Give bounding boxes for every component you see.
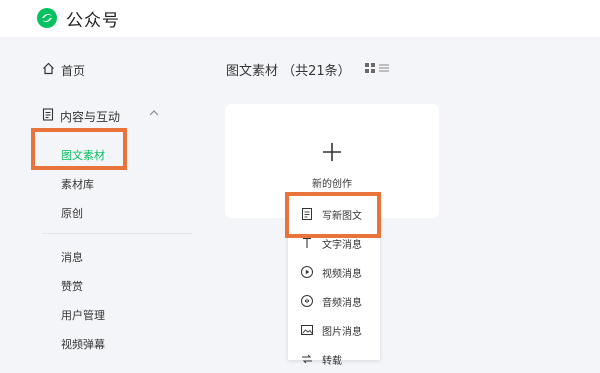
image-icon xyxy=(300,323,314,337)
logo-icon[interactable] xyxy=(36,7,58,29)
home-icon xyxy=(42,62,55,78)
sidebar-section-content-label: 内容与互动 xyxy=(60,109,121,124)
chevron-up-icon[interactable] xyxy=(148,107,160,119)
menu-item-repost[interactable]: 转载 xyxy=(288,345,380,373)
sidebar-item-user-management[interactable]: 用户管理 xyxy=(61,307,105,323)
menu-item-audio-message[interactable]: 音频消息 xyxy=(288,287,380,315)
document-icon xyxy=(42,108,54,124)
sidebar-item-material-library[interactable]: 素材库 xyxy=(61,176,94,192)
highlight-box-dropdown xyxy=(285,192,381,238)
menu-item-label: 图片消息 xyxy=(322,326,362,338)
sidebar-item-rewards[interactable]: 赞赏 xyxy=(61,278,83,294)
highlight-box-sidebar xyxy=(31,128,127,170)
sidebar: 首页 内容与互动 图文素材 素材库 原创 消息 赞赏 用户管理 视频弹幕 xyxy=(0,37,196,360)
video-icon xyxy=(300,265,314,279)
menu-item-label: 音频消息 xyxy=(322,297,362,309)
brand-title: 公众号 xyxy=(66,11,120,31)
menu-item-image-message[interactable]: 图片消息 xyxy=(288,316,380,344)
sidebar-item-home-label: 首页 xyxy=(61,63,86,78)
page-title: 图文素材 （共21条） xyxy=(226,64,351,79)
menu-item-label: 视频消息 xyxy=(322,268,362,280)
audio-icon xyxy=(300,294,314,308)
repost-icon xyxy=(300,352,314,366)
menu-item-video-message[interactable]: 视频消息 xyxy=(288,258,380,286)
grid-view-icon[interactable] xyxy=(364,62,375,77)
menu-item-label: 转载 xyxy=(322,355,342,367)
sidebar-item-video-danmaku[interactable]: 视频弹幕 xyxy=(61,336,105,352)
plus-icon[interactable] xyxy=(321,141,343,163)
text-icon xyxy=(300,236,314,250)
new-creation-label: 新的创作 xyxy=(312,179,352,190)
sidebar-item-home[interactable]: 首页 xyxy=(42,61,85,79)
sidebar-section-content[interactable]: 内容与互动 xyxy=(42,107,164,125)
list-view-icon[interactable] xyxy=(378,62,389,77)
sidebar-item-messages[interactable]: 消息 xyxy=(61,249,83,265)
top-bar: 公众号 xyxy=(0,0,600,37)
sidebar-divider xyxy=(42,233,192,234)
sidebar-item-original[interactable]: 原创 xyxy=(61,205,83,221)
page-title-row: 图文素材 （共21条） xyxy=(226,60,389,79)
